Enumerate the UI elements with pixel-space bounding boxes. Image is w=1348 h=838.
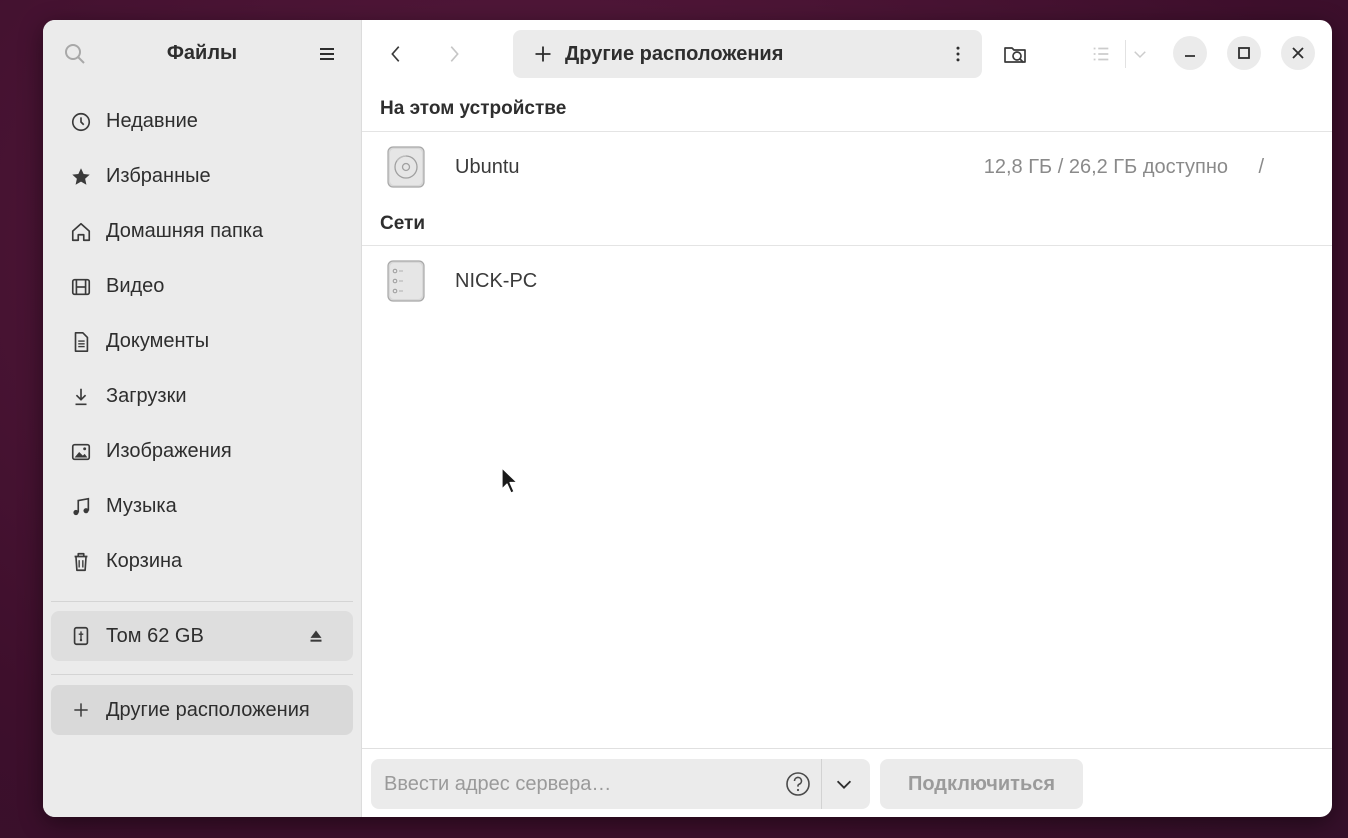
kebab-menu-icon[interactable] — [948, 44, 968, 64]
volume-label: Том 62 GB — [106, 624, 204, 647]
sidebar: Файлы Недавние Избранные Домашняя папка … — [43, 20, 362, 817]
close-icon — [1292, 47, 1304, 59]
eject-icon[interactable] — [305, 625, 327, 647]
sidebar-item-label: Изображения — [106, 440, 232, 462]
sidebar-item-volume[interactable]: Том 62 GB — [51, 611, 353, 661]
sidebar-item-label: Другие расположения — [106, 698, 310, 721]
sidebar-places-list: Недавние Избранные Домашняя папка Видео — [51, 94, 353, 589]
document-icon — [69, 330, 93, 354]
list-view-icon — [1093, 47, 1109, 61]
film-icon — [69, 275, 93, 299]
sidebar-separator — [51, 601, 353, 602]
header-bar: Другие расположения — [362, 20, 1332, 86]
chevron-right-icon — [450, 46, 459, 62]
clock-icon — [69, 110, 93, 134]
folder-search-icon — [1004, 47, 1026, 64]
minimize-icon — [1185, 55, 1195, 57]
sidebar-item-downloads[interactable]: Загрузки — [51, 369, 353, 424]
network-name: NICK-PC — [455, 269, 538, 292]
back-button[interactable] — [382, 40, 410, 68]
star-icon — [69, 165, 93, 189]
plus-icon — [69, 698, 93, 722]
mouse-cursor-icon — [501, 467, 518, 494]
server-icon — [387, 260, 425, 302]
sidebar-item-label: Музыка — [106, 495, 177, 517]
sidebar-item-videos[interactable]: Видео — [51, 259, 353, 314]
view-options-button[interactable] — [1126, 40, 1154, 68]
device-name: Ubuntu — [455, 155, 520, 178]
hamburger-menu-icon[interactable] — [315, 42, 339, 66]
sidebar-item-recent[interactable]: Недавние — [51, 94, 353, 149]
on-device-section-title: На этом устройстве — [380, 98, 567, 119]
download-icon — [69, 385, 93, 409]
server-address-input[interactable] — [371, 759, 771, 809]
sidebar-item-pictures[interactable]: Изображения — [51, 424, 353, 479]
chevron-down-icon — [1134, 51, 1146, 59]
sidebar-item-label: Загрузки — [106, 385, 187, 407]
maximize-button[interactable] — [1227, 36, 1261, 70]
disk-icon — [387, 146, 425, 188]
sidebar-item-music[interactable]: Музыка — [51, 479, 353, 534]
pathbar-label: Другие расположения — [565, 42, 784, 65]
search-files-button[interactable] — [1001, 40, 1029, 68]
sidebar-item-label: Корзина — [106, 550, 183, 572]
chevron-down-icon[interactable] — [833, 773, 855, 795]
chevron-left-icon — [391, 46, 400, 62]
sidebar-item-label: Видео — [106, 275, 165, 297]
location-pathbar[interactable]: Другие расположения — [513, 30, 982, 78]
sidebar-item-other-locations[interactable]: Другие расположения — [51, 685, 353, 735]
device-row-ubuntu[interactable]: Ubuntu 12,8 ГБ / 26,2 ГБ доступно / — [362, 132, 1332, 202]
connect-button[interactable]: Подключиться — [880, 759, 1083, 809]
main-content: Другие расположения На этом устройстве U… — [362, 20, 1332, 817]
close-button[interactable] — [1281, 36, 1315, 70]
forward-button[interactable] — [440, 40, 468, 68]
sidebar-item-starred[interactable]: Избранные — [51, 149, 353, 204]
network-row-nick-pc[interactable]: NICK-PC — [362, 246, 1332, 316]
music-icon — [69, 495, 93, 519]
maximize-icon — [1238, 47, 1250, 59]
address-bar-divider — [821, 759, 822, 809]
app-title: Файлы — [166, 42, 238, 64]
sidebar-item-label: Домашняя папка — [106, 220, 264, 242]
minimize-button[interactable] — [1173, 36, 1207, 70]
trash-icon — [69, 550, 93, 574]
sidebar-item-label: Документы — [106, 330, 210, 352]
help-icon[interactable] — [785, 771, 811, 797]
sidebar-item-documents[interactable]: Документы — [51, 314, 353, 369]
usb-drive-icon — [69, 624, 93, 648]
connect-bar-divider — [362, 748, 1332, 749]
sidebar-item-home[interactable]: Домашняя папка — [51, 204, 353, 259]
sidebar-header: Файлы — [43, 20, 361, 86]
view-list-button[interactable] — [1087, 40, 1115, 68]
sidebar-separator — [51, 674, 353, 675]
sidebar-item-trash[interactable]: Корзина — [51, 534, 353, 589]
device-mount-point: / — [1258, 155, 1264, 178]
file-manager-window: Файлы Недавние Избранные Домашняя папка … — [43, 20, 1332, 817]
home-icon — [69, 220, 93, 244]
image-icon — [69, 440, 93, 464]
server-address-bar — [371, 759, 870, 809]
networks-section-title: Сети — [380, 213, 426, 234]
sidebar-item-label: Недавние — [106, 110, 198, 132]
plus-icon — [535, 46, 551, 62]
sidebar-item-label: Избранные — [106, 165, 211, 187]
device-size: 12,8 ГБ / 26,2 ГБ доступно — [983, 155, 1228, 178]
